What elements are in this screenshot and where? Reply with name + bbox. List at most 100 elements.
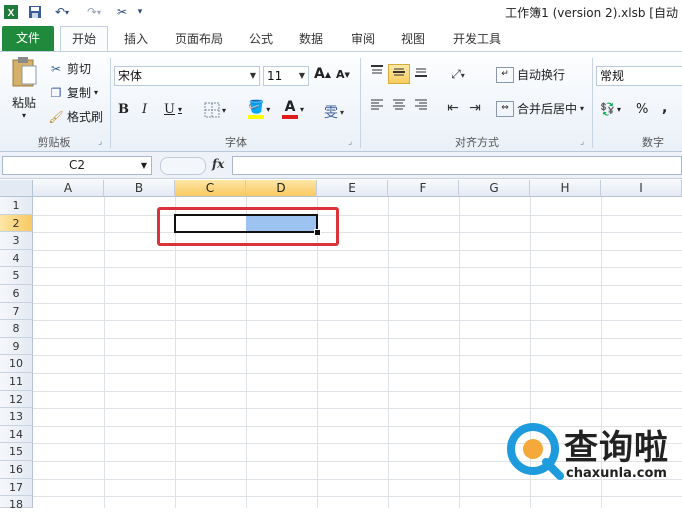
copy-label: 复制: [67, 86, 92, 100]
row-header-10[interactable]: 10: [0, 355, 33, 373]
formula-bar-splitter[interactable]: [160, 157, 206, 175]
select-all-corner[interactable]: [0, 180, 33, 197]
font-group-label: 字体: [225, 136, 247, 149]
tab-insert[interactable]: 插入: [118, 28, 154, 50]
tab-developer[interactable]: 开发工具: [446, 28, 508, 50]
font-name-value: 宋体: [118, 69, 143, 83]
undo-icon[interactable]: ↶ ▾: [48, 3, 76, 21]
phonetic-glyph: 雯: [324, 105, 338, 121]
grow-font-button[interactable]: A ▲: [314, 66, 331, 82]
redo-icon[interactable]: ↷ ▾: [80, 3, 108, 21]
row-header-6[interactable]: 6: [0, 285, 33, 303]
align-middle-icon[interactable]: [388, 64, 410, 84]
font-color-button[interactable]: A ▾: [282, 100, 304, 119]
row-header-15[interactable]: 15: [0, 443, 33, 461]
bold-button[interactable]: B: [118, 102, 129, 117]
gridline: [33, 232, 682, 234]
underline-button[interactable]: U ▾: [164, 102, 182, 117]
shrink-font-glyph: A: [336, 68, 345, 81]
tab-home[interactable]: 开始: [60, 26, 108, 51]
column-header-c[interactable]: C: [175, 180, 246, 197]
align-center-icon[interactable]: [388, 98, 410, 118]
merge-center-button[interactable]: ⇔ 合并后居中 ▾: [496, 100, 584, 117]
font-size-combo[interactable]: 11 ▼: [263, 66, 309, 86]
column-header-a[interactable]: A: [33, 180, 104, 197]
comma-button[interactable]: ,: [662, 100, 667, 116]
column-header-e[interactable]: E: [317, 180, 388, 197]
column-header-i[interactable]: I: [601, 180, 682, 197]
align-left-icon[interactable]: [366, 98, 388, 118]
formula-bar: C2 ▼ fx: [0, 152, 682, 179]
name-box[interactable]: C2 ▼: [2, 156, 152, 175]
font-name-combo[interactable]: 宋体 ▼: [114, 66, 260, 86]
wrap-text-button[interactable]: ↵ 自动换行: [496, 66, 565, 83]
phonetic-button[interactable]: 雯 ▾: [324, 102, 344, 122]
accounting-format-button[interactable]: 💱 ▾: [600, 102, 621, 116]
number-format-combo[interactable]: 常规: [596, 66, 682, 86]
increase-indent-icon[interactable]: ⇥: [464, 98, 486, 118]
copy-icon: ❐: [50, 85, 62, 100]
row-header-2[interactable]: 2: [0, 214, 33, 233]
column-header-g[interactable]: G: [459, 180, 530, 197]
column-header-b[interactable]: B: [104, 180, 175, 197]
column-header-d[interactable]: D: [246, 180, 317, 197]
borders-button[interactable]: ▾: [204, 102, 226, 118]
align-top-icon[interactable]: [366, 64, 388, 84]
row-header-17[interactable]: 17: [0, 478, 33, 497]
tab-review[interactable]: 审阅: [346, 28, 380, 50]
format-painter-button[interactable]: 🖌 格式刷: [48, 108, 103, 125]
column-header-f[interactable]: F: [388, 180, 459, 197]
gridline: [33, 320, 682, 322]
row-header-12[interactable]: 12: [0, 390, 33, 409]
row-header-1[interactable]: 1: [0, 197, 33, 215]
worksheet-grid[interactable]: A B C D E F G H I 1 2 3 4 5 6 7 8 9 10 1…: [0, 180, 682, 511]
customize-toolbar-icon[interactable]: ▾: [134, 3, 146, 21]
save-icon[interactable]: [26, 3, 44, 21]
row-header-3[interactable]: 3: [0, 232, 33, 250]
row-header-18[interactable]: 18: [0, 496, 33, 511]
name-box-value: C2: [68, 158, 85, 172]
copy-button[interactable]: ❐ 复制 ▾: [48, 84, 98, 101]
decrease-indent-icon[interactable]: ⇤: [442, 98, 464, 118]
excel-logo-icon: X: [2, 3, 20, 21]
chevron-down-icon: ▼: [249, 71, 256, 80]
fill-color-button[interactable]: 🪣 ▾: [248, 100, 270, 119]
shrink-font-button[interactable]: A ▼: [336, 68, 350, 81]
alignment-launcher-icon[interactable]: ⌟: [580, 137, 584, 147]
percent-button[interactable]: %: [636, 102, 648, 117]
group-divider: [110, 58, 111, 148]
tab-page-layout[interactable]: 页面布局: [168, 28, 230, 50]
row-header-14[interactable]: 14: [0, 425, 33, 444]
font-launcher-icon[interactable]: ⌟: [348, 137, 352, 147]
tab-view[interactable]: 视图: [396, 28, 430, 50]
number-group-label: 数字: [642, 136, 664, 149]
row-header-16[interactable]: 16: [0, 461, 33, 479]
row-header-7[interactable]: 7: [0, 302, 33, 321]
cut-button[interactable]: ✂ 剪切: [48, 60, 91, 77]
clipboard-launcher-icon[interactable]: ⌟: [98, 137, 102, 147]
row-header-4[interactable]: 4: [0, 249, 33, 268]
align-right-icon[interactable]: [410, 98, 432, 118]
gridline: [33, 355, 682, 357]
align-bottom-icon[interactable]: [410, 64, 432, 84]
paste-button[interactable]: 粘贴 ▾: [8, 56, 40, 126]
tools-icon[interactable]: ✂: [112, 3, 132, 21]
insert-function-icon[interactable]: fx: [212, 157, 224, 171]
tab-data[interactable]: 数据: [294, 28, 328, 50]
scissors-icon: ✂: [50, 61, 62, 76]
tab-file[interactable]: 文件: [2, 26, 54, 51]
row-header-5[interactable]: 5: [0, 267, 33, 285]
window-title: 工作簿1 (version 2).xlsb [自动: [505, 6, 678, 20]
italic-button[interactable]: I: [142, 102, 147, 117]
gridline: [33, 373, 682, 374]
formula-input[interactable]: [232, 156, 682, 175]
row-header-13[interactable]: 13: [0, 408, 33, 426]
row-header-9[interactable]: 9: [0, 337, 33, 356]
column-header-h[interactable]: H: [530, 180, 601, 197]
row-header-8[interactable]: 8: [0, 320, 33, 338]
orientation-icon[interactable]: ⤢▾: [444, 64, 472, 84]
tab-formulas[interactable]: 公式: [244, 28, 278, 50]
row-header-11[interactable]: 11: [0, 373, 33, 391]
gridline: [33, 337, 682, 339]
merge-cells-icon: ⇔: [496, 100, 514, 117]
